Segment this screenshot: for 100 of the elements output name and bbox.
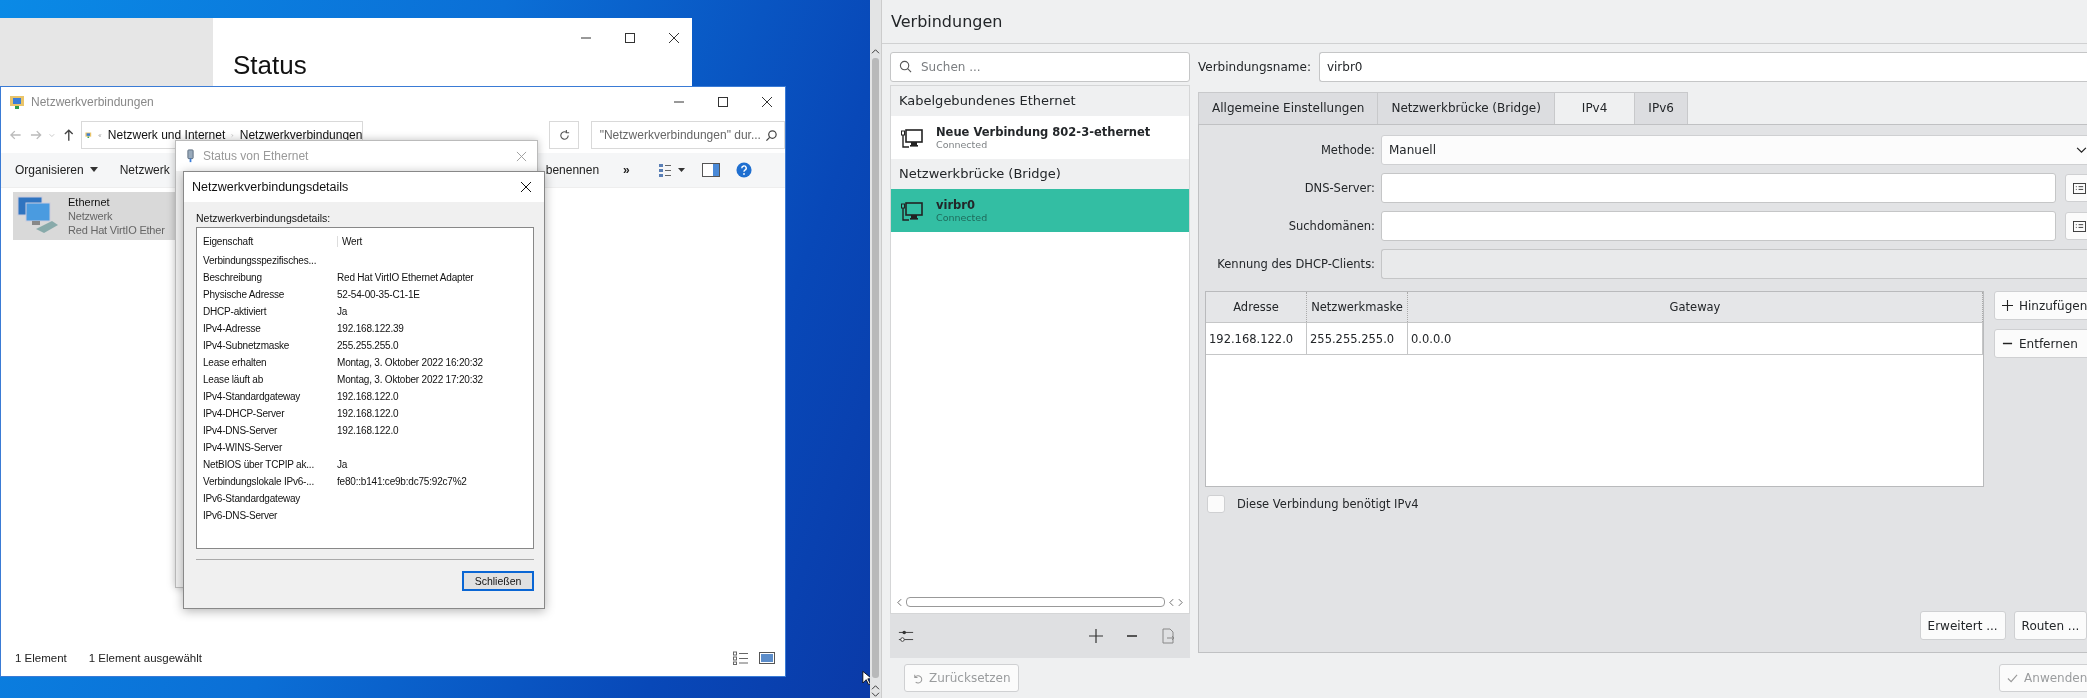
property-cell-text: Verbindungslokale IPv6-... <box>203 476 315 487</box>
caret-icon <box>2076 146 2087 154</box>
connection-item[interactable]: virbr0 Connected <box>891 189 1189 232</box>
toolbar-button[interactable]: benennen <box>545 163 600 177</box>
remove-button[interactable]: Entfernen <box>1994 329 2087 358</box>
search-icon <box>899 60 912 73</box>
column-header[interactable]: Adresse <box>1206 292 1307 322</box>
value-cell: Red Hat VirtIO Ethernet Adapter <box>337 272 474 283</box>
column-header[interactable]: Eigenschaft <box>203 235 338 247</box>
add-button[interactable]: Hinzufügen <box>1994 291 2087 320</box>
input-field[interactable] <box>1381 211 2057 241</box>
scroll-up-icon[interactable] <box>871 48 880 55</box>
field-label: Verbindungsname: <box>1198 60 1311 74</box>
table-cell: 0.0.0.0 <box>1408 323 1983 354</box>
preview-pane-icon[interactable] <box>701 163 720 177</box>
list-icon <box>2072 182 2086 194</box>
field-label: Suchdomänen: <box>1287 219 1375 233</box>
toolbar-button[interactable]: Netzwerk <box>119 163 170 177</box>
panel-button[interactable]: Erweitert ... <box>1919 611 2006 640</box>
field-label: Methode: <box>1319 143 1375 157</box>
help-icon[interactable] <box>735 162 752 178</box>
property-cell-text: Verbindungsspezifisches... <box>203 255 318 266</box>
search-field[interactable]: Suchen ... <box>890 52 1190 82</box>
maximize-icon[interactable] <box>624 32 636 44</box>
scroll-right-icon[interactable] <box>1178 597 1183 607</box>
back-arrow-icon[interactable] <box>9 128 23 142</box>
column-header[interactable]: Gateway <box>1408 292 1983 322</box>
value-cell: 255.255.255.0 <box>337 340 399 351</box>
up-arrow-icon[interactable] <box>61 128 76 142</box>
property-cell-text: IPv4-DHCP-Server <box>203 408 286 419</box>
property-cell-text: IPv4-WINS-Server <box>203 442 284 453</box>
maximize-icon[interactable] <box>717 96 729 108</box>
refresh-icon <box>557 128 571 142</box>
close-icon[interactable] <box>520 181 532 193</box>
page-title: Verbindungen <box>891 12 1003 31</box>
edit-list-button[interactable] <box>2065 212 2087 240</box>
undo-icon <box>912 672 923 684</box>
group-header: Kabelgebundenes Ethernet <box>891 86 1189 116</box>
panel-button[interactable]: Routen ... <box>2013 611 2087 640</box>
close-icon[interactable] <box>668 32 680 44</box>
adapter-icon <box>186 149 195 163</box>
edit-list-button[interactable] <box>2065 174 2087 202</box>
tab[interactable]: IPv6 <box>1634 92 1688 124</box>
column-header[interactable]: Netzwerkmaske <box>1307 292 1408 322</box>
tab[interactable]: Netzwerkbrücke (Bridge) <box>1377 92 1555 124</box>
checkbox[interactable] <box>1207 495 1225 513</box>
more-button[interactable]: » <box>623 163 630 177</box>
search-field[interactable]: "Netzwerkverbindungen" dur... <box>590 121 785 149</box>
close-button[interactable]: Schließen <box>462 571 534 591</box>
connection-item[interactable]: Neue Verbindung 802-3-ethernet Connected <box>891 116 1189 159</box>
scroll-down-icon[interactable] <box>871 691 880 698</box>
scroll-left-icon[interactable] <box>1169 597 1174 607</box>
settings-sliders-icon[interactable] <box>898 628 914 644</box>
field-label: Kennung des DHCP-Clients: <box>1216 257 1375 271</box>
caret-icon <box>89 167 98 173</box>
property-cell-text: Lease erhalten <box>203 357 268 368</box>
column-header[interactable]: Wert <box>338 235 363 247</box>
connection-name-field[interactable]: virbr0 <box>1318 52 2087 82</box>
checkbox-label: Diese Verbindung benötigt IPv4 <box>1237 497 1419 511</box>
method-dropdown[interactable]: Manuell <box>1381 135 2087 165</box>
export-icon[interactable] <box>1160 628 1176 644</box>
search-icon <box>765 128 778 142</box>
status-text: 1 Element ausgewählt <box>88 652 202 664</box>
table-cell: 255.255.255.0 <box>1307 323 1408 354</box>
breadcrumb-item[interactable]: Netzwerk und Internet <box>107 128 226 142</box>
property-cell-text: IPv6-Standardgateway <box>203 493 302 504</box>
scroll-up-icon[interactable] <box>871 684 880 691</box>
check-icon <box>2007 672 2019 684</box>
organize-menu[interactable]: Organisieren <box>15 163 98 177</box>
breadcrumb-item[interactable]: Netzwerkverbindungen <box>239 128 363 142</box>
list-icon <box>2072 220 2086 232</box>
connection-status: Connected <box>936 139 989 150</box>
tab[interactable]: Allgemeine Einstellungen <box>1198 92 1379 124</box>
property-cell-text: Lease läuft ab <box>203 374 265 385</box>
property-cell-text: Physische Adresse <box>203 289 286 300</box>
close-icon[interactable] <box>761 96 773 108</box>
details-view-icon[interactable] <box>733 651 749 665</box>
value-cell: 192.168.122.0 <box>337 408 399 419</box>
list-caption: Netzwerkverbindungsdetails: <box>196 212 332 224</box>
value-cell: 192.168.122.39 <box>337 323 404 334</box>
refresh-button[interactable] <box>549 121 579 149</box>
forward-arrow-icon[interactable] <box>28 128 43 142</box>
item-type: Netzwerk <box>68 209 114 223</box>
property-cell-text: IPv4-Subnetzmaske <box>203 340 291 351</box>
scrollbar[interactable] <box>870 0 882 698</box>
plus-icon <box>2002 300 2013 311</box>
property-cell-text: DHCP-aktiviert <box>203 306 268 317</box>
tiles-view-icon[interactable] <box>759 651 775 665</box>
item-name: Ethernet <box>68 195 111 209</box>
value-cell: Ja <box>337 459 348 470</box>
property-cell-text: IPv4-DNS-Server <box>203 425 279 436</box>
table-cell: 192.168.122.0 <box>1206 323 1307 354</box>
status-text: 1 Element <box>15 652 67 664</box>
view-options-icon[interactable] <box>657 162 686 178</box>
field-label: DNS-Server: <box>1303 181 1375 195</box>
dialog-title: Netzwerkverbindungsdetails <box>192 180 350 194</box>
add-icon[interactable] <box>1088 628 1104 644</box>
scroll-left-icon[interactable] <box>897 597 902 607</box>
connection-name: virbr0 <box>936 198 976 212</box>
input-field[interactable] <box>1381 173 2057 203</box>
